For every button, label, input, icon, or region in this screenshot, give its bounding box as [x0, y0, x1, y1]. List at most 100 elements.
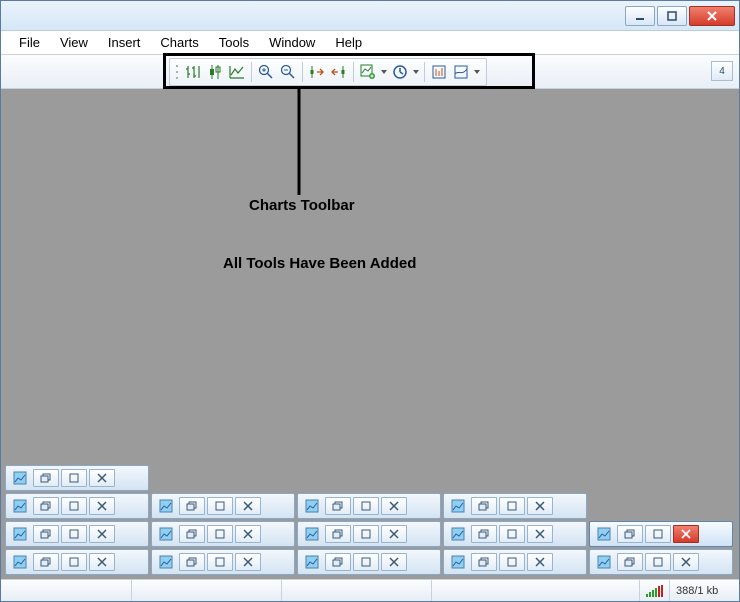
child-window[interactable] — [297, 549, 441, 575]
menu-help[interactable]: Help — [325, 32, 372, 53]
child-restore-button[interactable] — [325, 553, 351, 571]
child-close-button[interactable] — [235, 497, 261, 515]
child-close-button[interactable] — [235, 525, 261, 543]
child-maximize-button[interactable] — [353, 497, 379, 515]
child-close-button[interactable] — [89, 497, 115, 515]
child-maximize-button[interactable] — [499, 553, 525, 571]
child-maximize-button[interactable] — [645, 553, 671, 571]
menu-view[interactable]: View — [50, 32, 98, 53]
child-window[interactable] — [297, 493, 441, 519]
child-maximize-button[interactable] — [207, 525, 233, 543]
child-window[interactable] — [5, 521, 149, 547]
child-window[interactable] — [151, 521, 295, 547]
chart-window-icon — [593, 553, 615, 571]
menu-tools[interactable]: Tools — [209, 32, 259, 53]
child-restore-button[interactable] — [179, 525, 205, 543]
menu-file[interactable]: File — [9, 32, 50, 53]
chart-shift-icon[interactable] — [328, 61, 350, 83]
child-close-button[interactable] — [89, 553, 115, 571]
child-close-button[interactable] — [381, 497, 407, 515]
status-traffic: 388/1 kb — [669, 580, 739, 601]
child-window[interactable] — [443, 521, 587, 547]
chart-window-icon — [155, 553, 177, 571]
child-close-button[interactable] — [527, 497, 553, 515]
candlestick-icon[interactable] — [204, 61, 226, 83]
child-maximize-button[interactable] — [61, 497, 87, 515]
chart-window-icon — [447, 553, 469, 571]
child-close-button[interactable] — [89, 525, 115, 543]
child-maximize-button[interactable] — [207, 553, 233, 571]
close-button[interactable] — [689, 6, 735, 26]
indicators-dropdown[interactable] — [379, 68, 389, 76]
templates-icon[interactable] — [428, 61, 450, 83]
child-window[interactable] — [151, 549, 295, 575]
child-restore-button[interactable] — [617, 553, 643, 571]
periodicity-dropdown[interactable] — [411, 68, 421, 76]
child-maximize-button[interactable] — [499, 497, 525, 515]
menu-charts[interactable]: Charts — [150, 32, 208, 53]
menu-insert[interactable]: Insert — [98, 32, 151, 53]
child-window[interactable] — [5, 465, 149, 491]
child-window[interactable] — [297, 521, 441, 547]
chart-window-icon — [301, 497, 323, 515]
periodicity-icon[interactable] — [389, 61, 411, 83]
child-window[interactable] — [589, 549, 733, 575]
chart-window-icon — [301, 525, 323, 543]
auto-scroll-icon[interactable] — [306, 61, 328, 83]
child-close-button[interactable] — [89, 469, 115, 487]
zoom-out-icon[interactable] — [277, 61, 299, 83]
child-restore-button[interactable] — [325, 497, 351, 515]
signal-bars-icon — [646, 585, 663, 597]
child-maximize-button[interactable] — [499, 525, 525, 543]
child-maximize-button[interactable] — [353, 525, 379, 543]
child-window[interactable] — [5, 549, 149, 575]
child-restore-button[interactable] — [33, 553, 59, 571]
child-maximize-button[interactable] — [61, 469, 87, 487]
maximize-button[interactable] — [657, 6, 687, 26]
chart-window-icon — [593, 525, 615, 543]
toolbar-badge[interactable]: 4 — [711, 61, 733, 81]
child-restore-button[interactable] — [33, 525, 59, 543]
child-window[interactable] — [443, 549, 587, 575]
toolbar-grip-icon[interactable] — [174, 61, 182, 83]
child-restore-button[interactable] — [179, 553, 205, 571]
child-restore-button[interactable] — [325, 525, 351, 543]
child-restore-button[interactable] — [471, 525, 497, 543]
zoom-in-icon[interactable] — [255, 61, 277, 83]
child-close-button[interactable] — [381, 553, 407, 571]
grid-toggle-icon[interactable] — [450, 61, 472, 83]
status-connection — [639, 580, 669, 601]
child-restore-button[interactable] — [179, 497, 205, 515]
child-restore-button[interactable] — [471, 553, 497, 571]
chart-window-icon — [9, 553, 31, 571]
child-close-button[interactable] — [527, 525, 553, 543]
toolbar-row: 4 — [1, 55, 739, 89]
menu-window[interactable]: Window — [259, 32, 325, 53]
templates-dropdown[interactable] — [472, 68, 482, 76]
line-chart-icon[interactable] — [226, 61, 248, 83]
child-restore-button[interactable] — [617, 525, 643, 543]
child-restore-button[interactable] — [33, 469, 59, 487]
chart-window-icon — [447, 525, 469, 543]
child-close-button[interactable] — [673, 553, 699, 571]
status-cell — [431, 580, 639, 601]
chart-window-icon — [9, 497, 31, 515]
child-close-button[interactable] — [673, 525, 699, 543]
child-close-button[interactable] — [527, 553, 553, 571]
child-window[interactable] — [151, 493, 295, 519]
child-window[interactable] — [5, 493, 149, 519]
child-window[interactable] — [443, 493, 587, 519]
child-maximize-button[interactable] — [353, 553, 379, 571]
child-window-active[interactable] — [589, 521, 733, 547]
minimize-button[interactable] — [625, 6, 655, 26]
bar-chart-icon[interactable] — [182, 61, 204, 83]
child-restore-button[interactable] — [33, 497, 59, 515]
child-maximize-button[interactable] — [207, 497, 233, 515]
child-maximize-button[interactable] — [61, 553, 87, 571]
child-maximize-button[interactable] — [645, 525, 671, 543]
child-close-button[interactable] — [235, 553, 261, 571]
child-restore-button[interactable] — [471, 497, 497, 515]
indicators-icon[interactable] — [357, 61, 379, 83]
child-close-button[interactable] — [381, 525, 407, 543]
child-maximize-button[interactable] — [61, 525, 87, 543]
